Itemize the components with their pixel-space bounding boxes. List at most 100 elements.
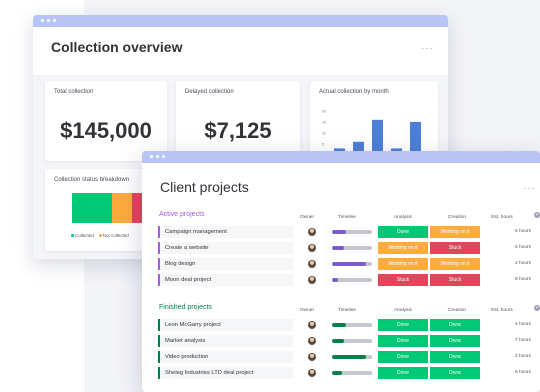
creation-status[interactable]: Working on it <box>430 226 480 238</box>
window-titlebar <box>33 15 448 27</box>
monthly-collection-card: Actual collection by month 20151050 <box>310 81 438 161</box>
estimated-hours: 8 hours <box>515 277 531 282</box>
analysis-status[interactable]: Working on it <box>378 242 428 254</box>
estimated-hours: 2 hours <box>515 354 531 359</box>
active-projects-heading: Active projects <box>159 211 205 218</box>
timeline-progress <box>332 355 366 359</box>
analysis-status[interactable]: Done <box>378 319 428 331</box>
client-projects-window: Client projects ··· Active projects Owner… <box>142 151 540 392</box>
total-collection-card: Total collection $145,000 <box>45 81 167 161</box>
total-collection-value: $145,000 <box>60 118 152 143</box>
owner-avatar[interactable] <box>308 369 316 377</box>
delayed-collection-card: Delayed collection $7,125 <box>176 81 300 161</box>
analysis-status[interactable]: Done <box>378 335 428 347</box>
total-collection-label: Total collection <box>54 89 94 95</box>
table-row[interactable]: Leon McGarry project Done Done 4 hours <box>158 319 538 331</box>
overview-title: Collection overview <box>51 39 183 55</box>
y-tick-label: 10 <box>322 132 326 136</box>
timeline-progress <box>332 339 344 343</box>
table-row[interactable]: Market analysis Done Done 7 hours <box>158 335 538 347</box>
column-header-owner: Owner <box>299 215 315 220</box>
project-name[interactable]: Market analysis <box>158 335 293 347</box>
overview-header: Collection overview ··· <box>33 27 448 75</box>
analysis-status[interactable]: Done <box>378 367 428 379</box>
status-breakdown-bar <box>72 193 153 223</box>
project-name[interactable]: Blog design <box>158 258 293 270</box>
creation-status[interactable]: Done <box>430 319 480 331</box>
creation-status[interactable]: Stuck <box>430 242 480 254</box>
timeline-bar[interactable] <box>332 371 372 375</box>
creation-status[interactable]: Stuck <box>430 274 480 286</box>
project-name[interactable]: Leon McGarry project <box>158 319 293 331</box>
analysis-status[interactable]: Working on it <box>378 258 428 270</box>
group-color-bar <box>158 258 160 270</box>
table-row[interactable]: Moon deal project Stuck Stuck 8 hours <box>158 274 538 286</box>
owner-avatar[interactable] <box>308 244 316 252</box>
project-name[interactable]: Moon deal project <box>158 274 293 286</box>
timeline-bar[interactable] <box>332 355 372 359</box>
legend-item: Collected <box>71 233 94 238</box>
table-row[interactable]: Create a website Working on it Stuck 5 h… <box>158 242 538 254</box>
status-breakdown-label: Collection status breakdown <box>54 177 130 183</box>
delayed-collection-value: $7,125 <box>204 118 272 143</box>
add-column-icon[interactable]: + <box>534 212 540 218</box>
estimated-hours: 2 hours <box>515 261 531 266</box>
creation-status[interactable]: Done <box>430 335 480 347</box>
project-name[interactable]: Campaign management <box>158 226 293 238</box>
y-tick-label: 20 <box>322 110 326 114</box>
timeline-progress <box>332 246 344 250</box>
timeline-bar[interactable] <box>332 246 372 250</box>
timeline-bar[interactable] <box>332 230 372 234</box>
timeline-bar[interactable] <box>332 323 372 327</box>
table-row[interactable]: Blog design Working on it Working on it … <box>158 258 538 270</box>
owner-avatar[interactable] <box>308 228 316 236</box>
group-color-bar <box>158 242 160 254</box>
monthly-collection-chart: 20151050 <box>322 110 421 158</box>
timeline-bar[interactable] <box>332 278 372 282</box>
creation-status[interactable]: Working on it <box>430 258 480 270</box>
estimated-hours: 6 hours <box>515 229 531 234</box>
project-name[interactable]: Video production <box>158 351 293 363</box>
owner-avatar[interactable] <box>308 321 316 329</box>
owner-avatar[interactable] <box>308 260 316 268</box>
analysis-status[interactable]: Done <box>378 226 428 238</box>
group-color-bar <box>158 367 160 379</box>
not-collected-segment <box>112 193 132 223</box>
timeline-progress <box>332 262 366 266</box>
creation-status[interactable]: Done <box>430 367 480 379</box>
timeline-bar[interactable] <box>332 262 372 266</box>
finished-projects-heading: Finished projects <box>159 304 212 311</box>
project-name[interactable]: Create a website <box>158 242 293 254</box>
column-header-timeline: Timeline <box>338 308 356 313</box>
estimated-hours: 9 hours <box>515 370 531 375</box>
project-name[interactable]: Sheleg Industries LTD deal project <box>158 367 293 379</box>
chart-bar <box>372 119 383 155</box>
delayed-collection-label: Delayed collection <box>185 89 234 95</box>
timeline-bar[interactable] <box>332 339 372 343</box>
status-legend: Collected Not collected <box>71 233 129 238</box>
window-titlebar <box>142 151 540 163</box>
column-header-creation: Creation <box>447 215 467 220</box>
table-row[interactable]: Video production Done Done 2 hours <box>158 351 538 363</box>
timeline-progress <box>332 230 346 234</box>
more-options-icon[interactable]: ··· <box>523 183 536 194</box>
estimated-hours: 7 hours <box>515 338 531 343</box>
add-column-icon[interactable]: + <box>534 305 540 311</box>
y-tick-label: 15 <box>322 121 326 125</box>
more-options-icon[interactable]: ··· <box>421 43 434 54</box>
group-color-bar <box>158 274 160 286</box>
estimated-hours: 5 hours <box>515 245 531 250</box>
table-row[interactable]: Sheleg Industries LTD deal project Done … <box>158 367 538 379</box>
analysis-status[interactable]: Stuck <box>378 274 428 286</box>
owner-avatar[interactable] <box>308 276 316 284</box>
owner-avatar[interactable] <box>308 337 316 345</box>
column-header-creation: Creation <box>447 308 467 313</box>
creation-status[interactable]: Done <box>430 351 480 363</box>
analysis-status[interactable]: Done <box>378 351 428 363</box>
table-row[interactable]: Campaign management Done Working on it 6… <box>158 226 538 238</box>
owner-avatar[interactable] <box>308 353 316 361</box>
estimated-hours: 4 hours <box>515 322 531 327</box>
timeline-progress <box>332 371 342 375</box>
column-header-analysis: Analysis <box>394 308 412 313</box>
y-tick-label: 5 <box>322 143 324 147</box>
